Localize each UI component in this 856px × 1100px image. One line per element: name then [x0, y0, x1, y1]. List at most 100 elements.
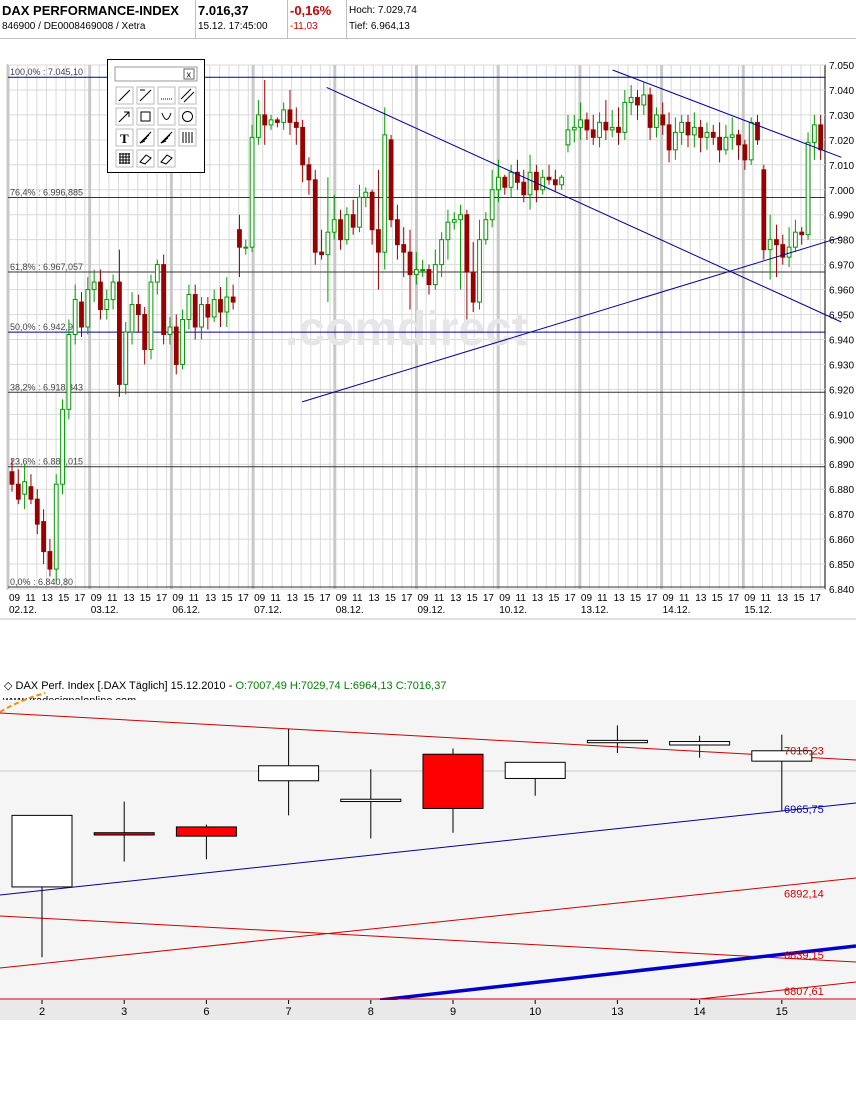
dotted-line-tool-icon[interactable] — [157, 86, 176, 105]
x-tick-label: 17 — [728, 593, 740, 604]
candle-body — [603, 121, 609, 131]
y-tick-label: 7.050 — [829, 61, 854, 72]
candle-body — [218, 299, 223, 313]
candle-body — [376, 229, 381, 253]
candle-body — [521, 181, 527, 196]
x-tick-label: 11 — [352, 593, 363, 604]
fibonacci-label: 50,0% : 6.942,95 — [10, 322, 78, 332]
daily-x-tick-label: 13 — [611, 1006, 623, 1018]
delete-all-tool-button — [157, 149, 176, 168]
x-tick-label: 15 — [467, 593, 479, 604]
y-tick-label: 6.920 — [829, 385, 854, 396]
eraser-tool-icon[interactable] — [136, 149, 155, 168]
candle-body — [167, 326, 173, 335]
candle-body — [464, 214, 470, 273]
x-tick-label: 11 — [761, 593, 772, 604]
candle-body — [205, 304, 211, 318]
delete-all-tool-icon[interactable] — [157, 149, 176, 168]
quote-header: DAX PERFORMANCE-INDEX 846900 / DE0008469… — [0, 0, 856, 39]
candle-body — [584, 119, 590, 131]
daily-x-tick-label: 2 — [39, 1006, 45, 1018]
arc-tool-icon[interactable] — [157, 107, 176, 126]
candle-body — [540, 176, 546, 191]
candle-body — [559, 176, 565, 186]
candle-body — [609, 126, 615, 131]
candle-body — [445, 221, 451, 241]
candle-body — [211, 299, 217, 318]
x-tick-label: 11 — [679, 593, 690, 604]
fan-tool-icon[interactable] — [136, 128, 155, 147]
x-tick-label: 13 — [777, 593, 789, 604]
x-tick-label: 09 — [172, 593, 184, 604]
candle-body — [249, 136, 255, 248]
text-tool-icon[interactable]: T — [115, 128, 134, 147]
x-tick-label: 15 — [630, 593, 642, 604]
candle-body — [199, 304, 204, 328]
x-tick-label: 13 — [205, 593, 217, 604]
candle-body — [243, 246, 249, 249]
candle-body — [161, 264, 167, 335]
arrow-tool-icon[interactable] — [115, 107, 134, 126]
x-day-label: 03.12. — [91, 605, 119, 616]
candle-body — [470, 271, 476, 303]
parallel-lines-tool-icon[interactable] — [178, 86, 197, 105]
x-tick-label: 11 — [516, 593, 527, 604]
candle-body — [774, 239, 779, 246]
fan-lines-tool-icon[interactable] — [157, 128, 176, 147]
candle-body — [230, 296, 236, 303]
line-tool-icon[interactable] — [115, 86, 134, 105]
close-icon-glyph: x — [187, 70, 192, 80]
candle-body — [527, 171, 533, 196]
change-cell: -0,16% -11,03 — [288, 0, 347, 38]
daily-price-label: 6892,14 — [784, 889, 824, 901]
x-tick-label: 09 — [254, 593, 266, 604]
daily-candlestick-chart[interactable]: 7016,23 6965,75 6892,14 6839,15 6807,61 2 3 6 7 8… — [0, 670, 856, 1020]
candle-body — [274, 119, 280, 123]
x-day-label: 14.12. — [663, 605, 691, 616]
x-tick-label: 11 — [270, 593, 281, 604]
daily-x-axis-band — [0, 1000, 856, 1020]
x-tick-label: 15 — [712, 593, 724, 604]
candle-body — [293, 121, 299, 128]
rectangle-tool-icon[interactable] — [136, 107, 155, 126]
x-day-label: 10.12. — [499, 605, 527, 616]
y-tick-label: 6.850 — [829, 560, 854, 571]
candle-body — [237, 229, 242, 248]
candle-body — [53, 483, 59, 570]
circle-tool-icon[interactable] — [178, 107, 197, 126]
daily-candle-body — [586, 739, 648, 744]
daily-candle-body — [340, 798, 402, 803]
y-tick-label: 6.960 — [829, 286, 854, 297]
candle-body — [811, 124, 817, 143]
candle-body — [407, 251, 413, 276]
candle-body — [350, 214, 356, 228]
candle-body — [413, 269, 419, 276]
grid-tool-icon[interactable] — [115, 149, 134, 168]
candle-body — [432, 264, 438, 286]
candle-body — [767, 239, 773, 251]
y-tick-label: 7.000 — [829, 186, 854, 197]
x-tick-label: 15 — [385, 593, 397, 604]
candle-body — [388, 139, 394, 221]
candle-body — [338, 219, 343, 241]
candle-body — [85, 289, 91, 328]
day-low: Tief: 6.964,13 — [349, 21, 410, 32]
candle-body — [192, 294, 198, 328]
vertical-lines-tool-icon[interactable] — [178, 128, 197, 147]
drawing-toolbar[interactable]: xT — [107, 59, 205, 173]
candle-body — [508, 171, 514, 188]
x-day-label: 02.12. — [9, 605, 37, 616]
daily-price-label: 6807,61 — [784, 986, 824, 998]
x-tick-label: 15 — [140, 593, 152, 604]
candle-body — [420, 269, 426, 272]
x-tick-label: 09 — [581, 593, 593, 604]
daily-x-tick-label: 6 — [203, 1006, 209, 1018]
x-tick-label: 09 — [9, 593, 21, 604]
candle-body — [654, 114, 659, 128]
candle-body — [748, 121, 754, 161]
candle-body — [736, 134, 741, 146]
price-cell: 7.016,37 15.12. 17:45:00 — [196, 0, 288, 38]
x-tick-label: 13 — [42, 593, 54, 604]
candle-body — [319, 251, 324, 256]
ray-tool-icon[interactable] — [136, 86, 155, 105]
